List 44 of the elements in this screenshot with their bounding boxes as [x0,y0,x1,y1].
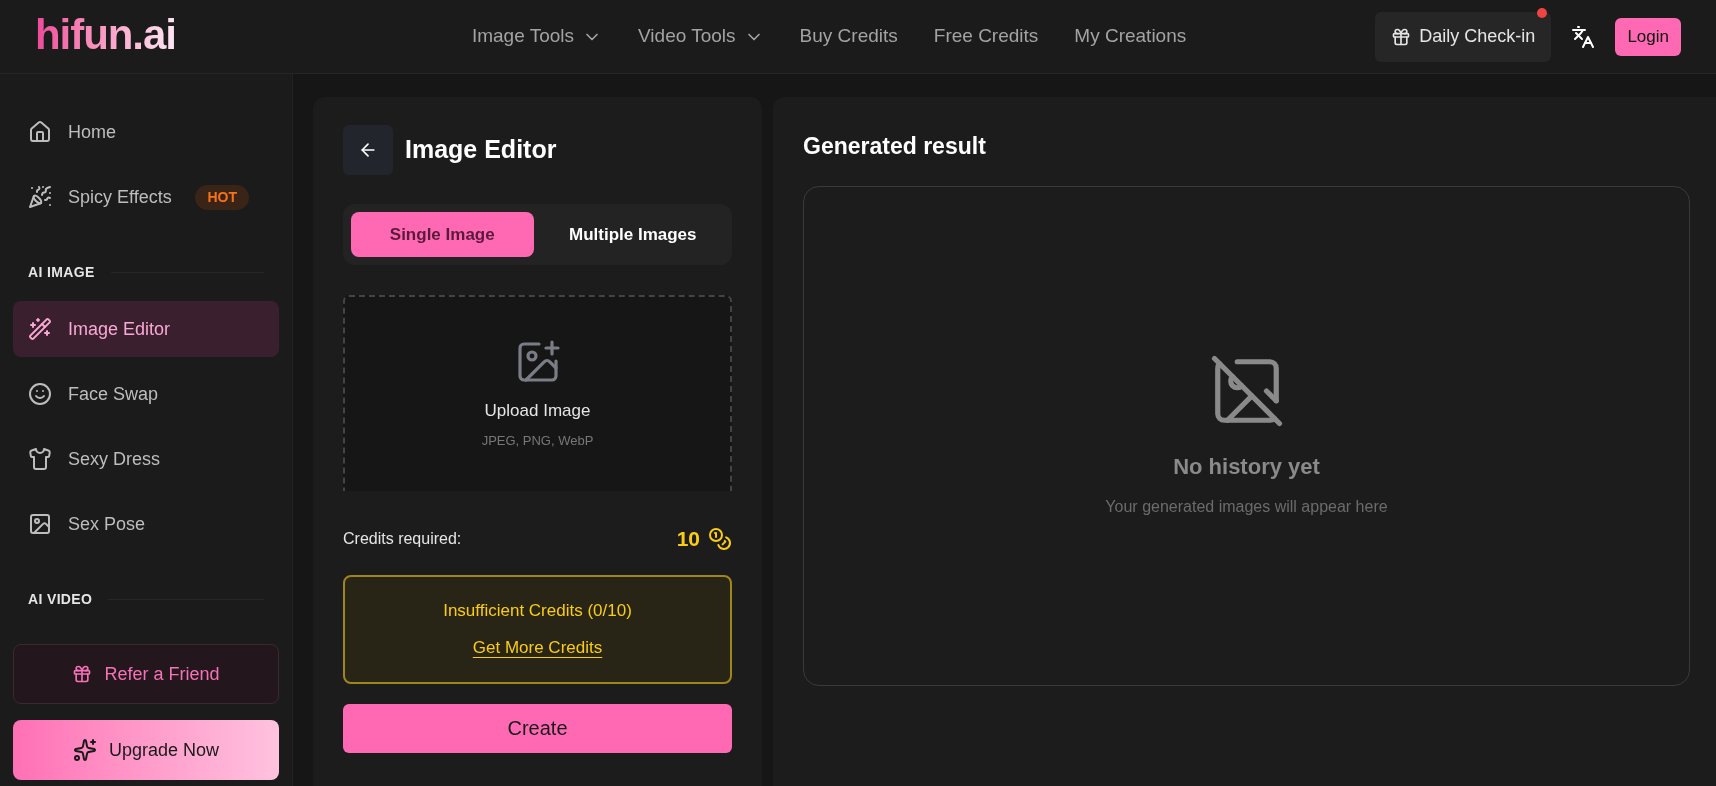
panel-title: Image Editor [405,134,557,166]
empty-title: No history yet [1173,453,1320,481]
sparkles-icon [72,738,97,762]
sidebar-item[interactable]: Sex Pose [13,496,279,552]
shirt-icon [28,447,52,471]
nav-link[interactable]: My Creations [1074,22,1187,51]
magic-wand-icon [28,317,52,341]
create-button[interactable]: Create [343,703,732,753]
sidebar-item[interactable]: Sexy Dress [13,431,279,487]
login-button[interactable]: Login [1615,17,1681,56]
coins-icon [708,526,732,551]
sidebar-item[interactable]: Image Editor [13,301,279,357]
sidebar-item[interactable]: Face Swap [13,366,279,422]
mode-tab[interactable]: Single Image [351,212,534,257]
result-title: Generated result [803,132,987,161]
empty-text: Your generated images will appear here [1105,497,1388,517]
upgrade-now-button[interactable]: Upgrade Now [13,720,279,780]
hot-badge: HOT [195,184,249,210]
upload-label: Upload Image [484,399,591,422]
refer-a-friend-button[interactable]: Refer a Friend [13,644,279,704]
translate-icon[interactable] [1571,24,1596,49]
image-icon [28,512,52,536]
upload-area[interactable]: Upload Image JPEG, PNG, WebP [343,295,732,491]
nav-link[interactable]: Free Credits [933,22,1039,51]
party-popper-icon [28,185,52,209]
gift-icon [72,664,93,684]
smile-icon [28,382,52,406]
format-hint: JPEG, PNG, WebP [481,432,594,450]
daily-check-in-button[interactable]: Daily Check-in [1375,11,1552,62]
gift-icon [1391,26,1412,47]
section-heading: AI VIDEO [28,590,93,609]
house-icon [28,120,52,144]
sidebar-item[interactable]: Home [13,104,279,160]
nav-link[interactable]: Video Tools [638,22,764,51]
credits-value: 10 [676,526,700,552]
nav-link[interactable]: Buy Credits [799,22,898,51]
section-heading: AI IMAGE [28,263,95,282]
warning-text: Insufficient Credits (0/10) [443,599,632,622]
credits-label: Credits required: [343,528,462,549]
mode-tab[interactable]: Multiple Images [541,212,724,257]
nav-link[interactable]: Image Tools [471,22,603,51]
back-button[interactable] [343,125,393,175]
get-more-credits-link[interactable]: Get More Credits [472,635,603,661]
sidebar-item[interactable]: Spicy Effects HOT [13,169,279,225]
